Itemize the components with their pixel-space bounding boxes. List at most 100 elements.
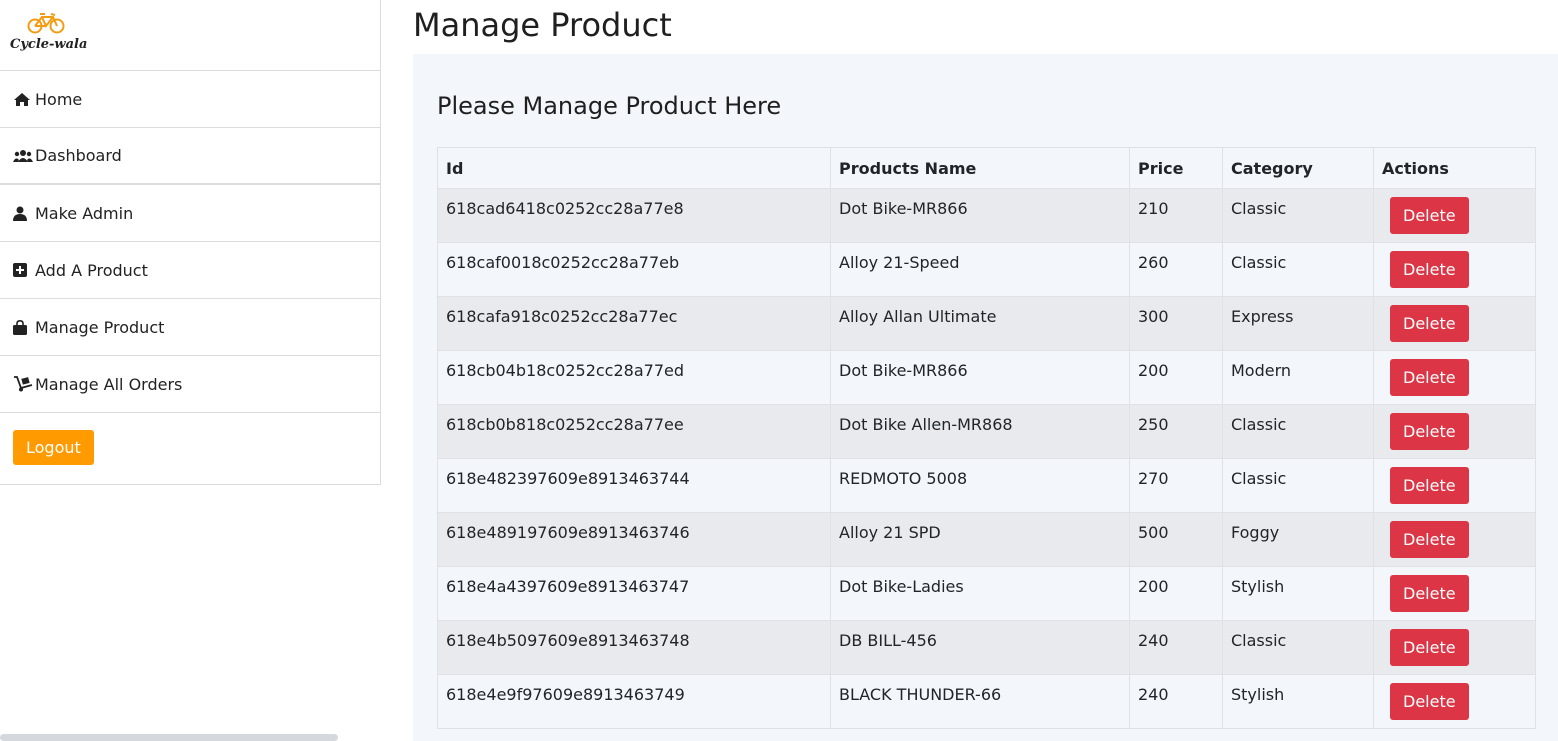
sidebar-item-add-product[interactable]: Add A Product xyxy=(0,242,380,299)
home-icon xyxy=(13,91,33,107)
horizontal-scrollbar[interactable] xyxy=(0,734,338,741)
sidebar-item-manage-product[interactable]: Manage Product xyxy=(0,299,380,356)
shopping-bag-icon xyxy=(13,319,33,335)
brand-text: Cycle-wala xyxy=(10,37,88,52)
cell-category: Stylish xyxy=(1222,566,1374,621)
cell-category: Modern xyxy=(1222,350,1374,405)
cell-id: 618e482397609e8913463744 xyxy=(437,458,831,513)
cell-product-name: DB BILL-456 xyxy=(830,620,1130,675)
table-row: 618e4e9f97609e8913463749 BLACK THUNDER-6… xyxy=(437,674,1536,729)
cell-product-name: Dot Bike Allen-MR868 xyxy=(830,404,1130,459)
bicycle-icon xyxy=(27,13,65,34)
cell-product-name: Dot Bike-Ladies xyxy=(830,566,1130,621)
delete-button[interactable]: Delete xyxy=(1390,305,1469,342)
sidebar-item-label: Home xyxy=(35,89,83,109)
sidebar-item-label: Manage All Orders xyxy=(35,374,183,394)
cell-product-name: Alloy Allan Ultimate xyxy=(830,296,1130,351)
table-row: 618e489197609e8913463746 Alloy 21 SPD 50… xyxy=(437,512,1536,567)
column-header-actions: Actions xyxy=(1373,147,1536,189)
table-row: 618cafa918c0252cc28a77ec Alloy Allan Ult… xyxy=(437,296,1536,351)
app-root: Cycle-wala Home Dashboard Make Admin Add xyxy=(0,0,1558,741)
cell-price: 500 xyxy=(1129,512,1223,567)
delete-button[interactable]: Delete xyxy=(1390,251,1469,288)
cell-product-name: Alloy 21 SPD xyxy=(830,512,1130,567)
table-row: 618caf0018c0252cc28a77eb Alloy 21-Speed … xyxy=(437,242,1536,297)
table-row: 618e4b5097609e8913463748 DB BILL-456 240… xyxy=(437,620,1536,675)
sidebar-item-home[interactable]: Home xyxy=(0,71,380,128)
cell-id: 618e4e9f97609e8913463749 xyxy=(437,674,831,729)
cell-price: 200 xyxy=(1129,566,1223,621)
products-table: Id Products Name Price Category Actions … xyxy=(437,147,1536,729)
cell-category: Stylish xyxy=(1222,674,1374,729)
delete-button[interactable]: Delete xyxy=(1390,197,1469,234)
cell-product-name: Dot Bike-MR866 xyxy=(830,188,1130,243)
delete-button[interactable]: Delete xyxy=(1390,629,1469,666)
delete-button[interactable]: Delete xyxy=(1390,413,1469,450)
sidebar-item-make-admin[interactable]: Make Admin xyxy=(0,185,380,242)
cell-id: 618e4a4397609e8913463747 xyxy=(437,566,831,621)
cell-price: 260 xyxy=(1129,242,1223,297)
cell-price: 270 xyxy=(1129,458,1223,513)
cell-category: Classic xyxy=(1222,188,1374,243)
cell-actions: Delete xyxy=(1373,350,1536,405)
table-row: 618cb0b818c0252cc28a77ee Dot Bike Allen-… xyxy=(437,404,1536,459)
cell-category: Express xyxy=(1222,296,1374,351)
sidebar: Cycle-wala Home Dashboard Make Admin Add xyxy=(0,0,381,485)
users-icon xyxy=(13,148,33,164)
cell-price: 240 xyxy=(1129,674,1223,729)
brand-logo[interactable]: Cycle-wala xyxy=(0,0,380,71)
logout-wrapper: Logout xyxy=(0,413,380,482)
table-row: 618cb04b18c0252cc28a77ed Dot Bike-MR866 … xyxy=(437,350,1536,405)
cell-actions: Delete xyxy=(1373,458,1536,513)
cell-id: 618e489197609e8913463746 xyxy=(437,512,831,567)
cell-id: 618cad6418c0252cc28a77e8 xyxy=(437,188,831,243)
column-header-price: Price xyxy=(1129,147,1223,189)
delete-button[interactable]: Delete xyxy=(1390,575,1469,612)
cell-product-name: BLACK THUNDER-66 xyxy=(830,674,1130,729)
sidebar-item-manage-orders[interactable]: Manage All Orders xyxy=(0,356,380,413)
column-header-id: Id xyxy=(437,147,831,189)
plus-square-icon xyxy=(13,262,33,278)
panel-title: Please Manage Product Here xyxy=(437,92,782,120)
cell-category: Foggy xyxy=(1222,512,1374,567)
logout-button[interactable]: Logout xyxy=(13,430,94,465)
cell-price: 240 xyxy=(1129,620,1223,675)
column-header-category: Category xyxy=(1222,147,1374,189)
cell-actions: Delete xyxy=(1373,188,1536,243)
cell-category: Classic xyxy=(1222,458,1374,513)
sidebar-item-label: Dashboard xyxy=(35,146,122,165)
cell-actions: Delete xyxy=(1373,242,1536,297)
user-icon xyxy=(13,205,33,221)
cell-actions: Delete xyxy=(1373,512,1536,567)
cell-actions: Delete xyxy=(1373,674,1536,729)
sidebar-item-label: Add A Product xyxy=(35,260,148,280)
delete-button[interactable]: Delete xyxy=(1390,359,1469,396)
cell-id: 618e4b5097609e8913463748 xyxy=(437,620,831,675)
cell-actions: Delete xyxy=(1373,296,1536,351)
cell-category: Classic xyxy=(1222,620,1374,675)
cell-price: 300 xyxy=(1129,296,1223,351)
column-header-name: Products Name xyxy=(830,147,1130,189)
cell-actions: Delete xyxy=(1373,620,1536,675)
delete-button[interactable]: Delete xyxy=(1390,467,1469,504)
sidebar-item-label: Manage Product xyxy=(35,317,165,337)
delete-button[interactable]: Delete xyxy=(1390,683,1469,720)
cell-actions: Delete xyxy=(1373,566,1536,621)
cell-actions: Delete xyxy=(1373,404,1536,459)
dolly-icon xyxy=(13,376,33,392)
delete-button[interactable]: Delete xyxy=(1390,521,1469,558)
cell-category: Classic xyxy=(1222,404,1374,459)
table-row: 618cad6418c0252cc28a77e8 Dot Bike-MR866 … xyxy=(437,188,1536,243)
sidebar-item-label: Make Admin xyxy=(35,203,134,223)
table-header-row: Id Products Name Price Category Actions xyxy=(437,147,1536,189)
cell-id: 618cafa918c0252cc28a77ec xyxy=(437,296,831,351)
table-row: 618e482397609e8913463744 REDMOTO 5008 27… xyxy=(437,458,1536,513)
cell-id: 618caf0018c0252cc28a77eb xyxy=(437,242,831,297)
manage-product-panel: Please Manage Product Here Id Products N… xyxy=(413,54,1558,741)
cell-product-name: REDMOTO 5008 xyxy=(830,458,1130,513)
cell-price: 200 xyxy=(1129,350,1223,405)
sidebar-item-dashboard[interactable]: Dashboard xyxy=(0,128,380,185)
page-title: Manage Product xyxy=(413,6,672,44)
cell-category: Classic xyxy=(1222,242,1374,297)
cell-price: 210 xyxy=(1129,188,1223,243)
